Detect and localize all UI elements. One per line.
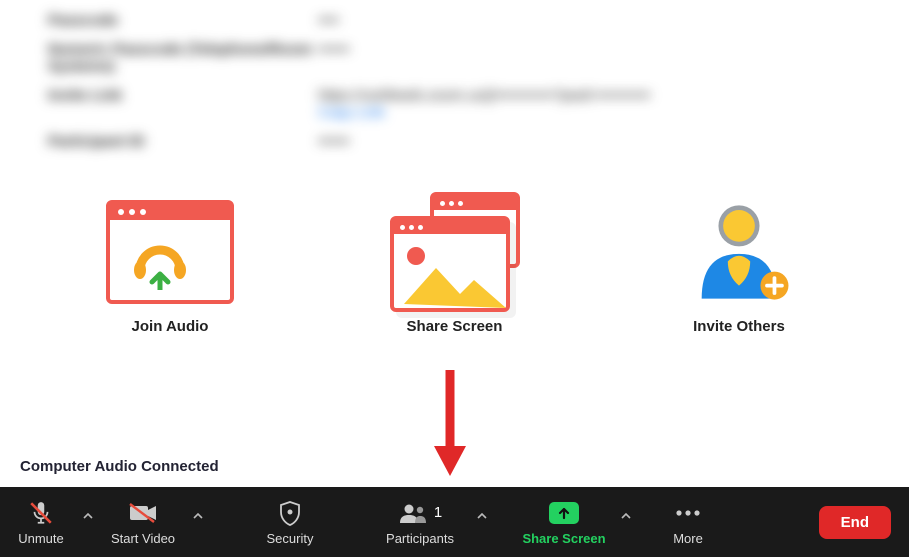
audio-options-chevron[interactable] [76, 481, 100, 551]
join-audio-icon [106, 200, 234, 304]
start-video-button[interactable]: Start Video [100, 487, 186, 557]
meeting-info-panel: Passcode •••• Numeric Passcode (Telephon… [0, 0, 909, 182]
video-off-icon [128, 499, 158, 527]
meeting-info-value: •••••• [318, 133, 861, 150]
share-screen-toolbar-label: Share Screen [522, 531, 605, 546]
participants-icon: 1 [398, 499, 442, 527]
join-audio-label: Join Audio [132, 318, 209, 335]
share-screen-toolbar-icon [549, 499, 579, 527]
participants-label: Participants [386, 531, 454, 546]
more-label: More [673, 531, 703, 546]
participants-count: 1 [434, 504, 442, 521]
more-icon [675, 499, 701, 527]
meeting-info-value: •••• [318, 12, 861, 29]
start-video-label: Start Video [111, 531, 175, 546]
more-button[interactable]: More [658, 487, 718, 557]
action-cards: Join Audio Share Screen [0, 182, 909, 335]
microphone-muted-icon [28, 499, 54, 527]
video-options-chevron[interactable] [186, 481, 210, 551]
copy-link[interactable]: Copy Link [318, 104, 385, 121]
security-label: Security [267, 531, 314, 546]
meeting-toolbar: Unmute Start Video Security [0, 487, 909, 557]
share-screen-label: Share Screen [407, 318, 503, 335]
share-screen-icon [390, 192, 520, 312]
unmute-button[interactable]: Unmute [6, 487, 76, 557]
security-button[interactable]: Security [250, 487, 330, 557]
participants-options-chevron[interactable] [470, 481, 494, 551]
invite-others-card[interactable]: Invite Others [619, 202, 859, 335]
shield-icon [278, 499, 302, 527]
meeting-info-value: https://us06web.zoom.us/j/•••••••••••?pw… [318, 87, 861, 121]
join-audio-card[interactable]: Join Audio [50, 202, 290, 335]
invite-link-text: https://us06web.zoom.us/j/•••••••••••?pw… [318, 87, 651, 104]
meeting-info-label: Numeric Passcode (Telephone/Room Systems… [48, 41, 318, 75]
invite-others-label: Invite Others [693, 318, 785, 335]
share-screen-button[interactable]: Share Screen [514, 487, 614, 557]
unmute-label: Unmute [18, 531, 64, 546]
meeting-info-label: Invite Link [48, 87, 318, 121]
audio-status-text: Computer Audio Connected [20, 458, 219, 475]
meeting-info-label: Passcode [48, 12, 318, 29]
meeting-info-label: Participant ID [48, 133, 318, 150]
share-options-chevron[interactable] [614, 481, 638, 551]
annotation-arrow-icon [430, 370, 470, 480]
meeting-info-value: •••••• [318, 41, 861, 75]
participants-button[interactable]: 1 Participants [370, 487, 470, 557]
share-screen-card[interactable]: Share Screen [335, 202, 575, 335]
invite-others-icon [683, 196, 795, 308]
end-button[interactable]: End [819, 506, 891, 539]
